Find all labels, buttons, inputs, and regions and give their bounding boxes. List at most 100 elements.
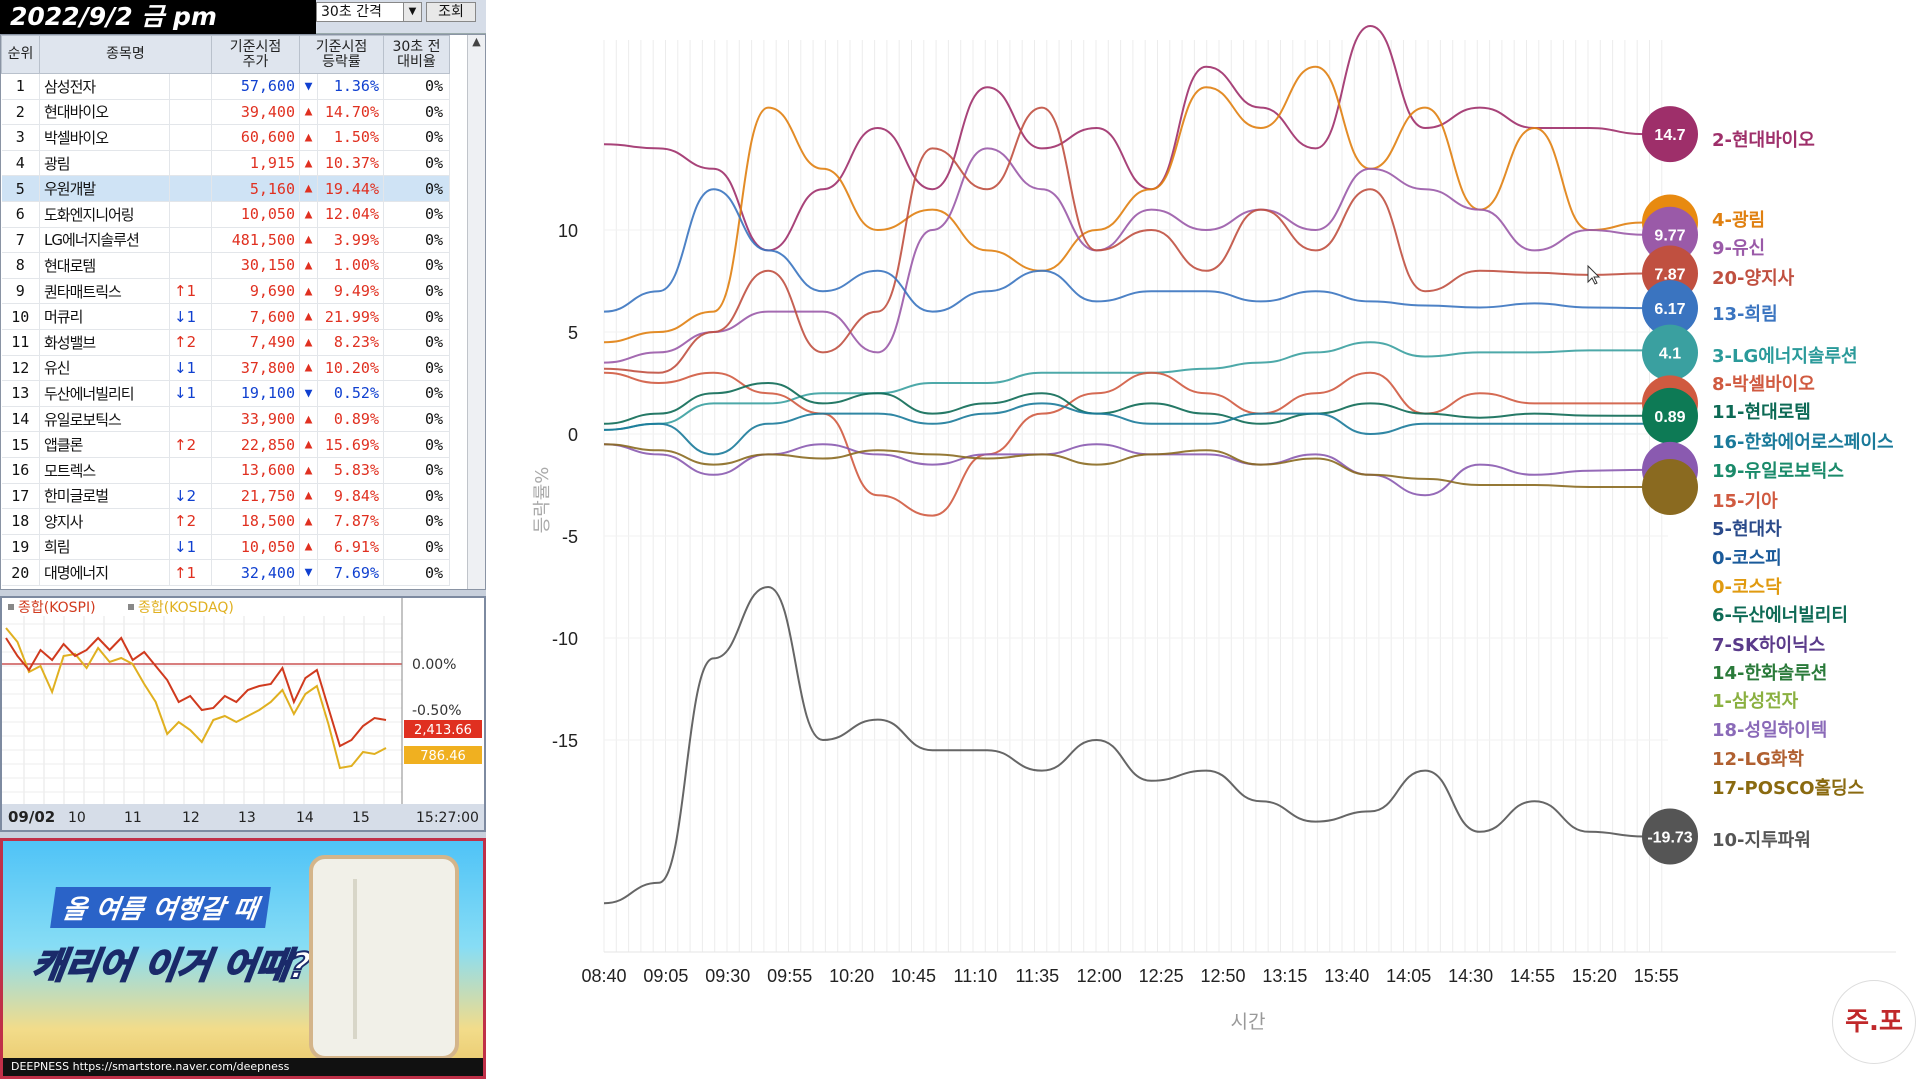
- up-arrow-icon: ▲: [299, 431, 318, 458]
- kosdaq-value: 786.46: [420, 749, 466, 764]
- table-row[interactable]: 16 모트렉스 13,600 ▲ 5.83% 0%: [1, 457, 450, 484]
- col-header-0[interactable]: 순위: [1, 35, 40, 74]
- value-bubble-label: -19.73: [1647, 829, 1692, 846]
- up-arrow-icon: ▲: [299, 150, 318, 177]
- rank-change-cell: ↓1: [169, 534, 212, 561]
- col-header-4[interactable]: 30초 전 대비율: [383, 35, 450, 74]
- down-arrow-icon: ▼: [299, 73, 318, 100]
- table-row[interactable]: 5 우원개발 5,160 ▲ 19.44% 0%: [1, 175, 450, 202]
- rank-change-cell: [169, 99, 212, 126]
- rank-cell: 14: [1, 406, 40, 433]
- stock-name-cell: 우원개발: [39, 175, 170, 202]
- table-row[interactable]: 12 유신 ↓1 37,800 ▲ 10.20% 0%: [1, 355, 450, 382]
- legend-label: 9-유신: [1712, 238, 1765, 259]
- rank-cell: 9: [1, 278, 40, 305]
- rank-change-cell: [169, 175, 212, 202]
- price-cell: 21,750: [211, 483, 300, 510]
- table-row[interactable]: 6 도화엔지니어링 10,050 ▲ 12.04% 0%: [1, 201, 450, 228]
- rate-cell: 3.99%: [317, 227, 384, 254]
- query-button[interactable]: 조회: [426, 2, 476, 22]
- rank-change-cell: ↑1: [169, 278, 212, 305]
- rate-cell: 8.23%: [317, 329, 384, 356]
- value-bubble-label: 14.7: [1654, 127, 1685, 144]
- kospi-value: 2,413.66: [414, 723, 472, 738]
- mini-chart-svg: 종합(KOSPI)종합(KOSDAQ)0.00%-0.50%-1.00%2,41…: [2, 598, 484, 830]
- table-row[interactable]: 8 현대로템 30,150 ▲ 1.00% 0%: [1, 252, 450, 279]
- ad-headline: 올 여름 여행갈 때: [50, 887, 271, 928]
- x-tick-label: 14:05: [1386, 966, 1431, 986]
- x-tick-label: 13:40: [1324, 966, 1369, 986]
- y-tick-label: -5: [562, 527, 578, 547]
- mini-ytick: -0.50%: [412, 703, 462, 719]
- ad-banner[interactable]: 올 여름 여행갈 때 캐리어 이거 어때? DEEPNESS https://s…: [0, 838, 486, 1079]
- price-cell: 7,600: [211, 303, 300, 330]
- price-cell: 19,100: [211, 380, 300, 407]
- price-cell: 1,915: [211, 150, 300, 177]
- rate-cell: 0.89%: [317, 406, 384, 433]
- up-arrow-icon: ▲: [299, 201, 318, 228]
- table-row[interactable]: 15 앱클론 ↑2 22,850 ▲ 15.69% 0%: [1, 431, 450, 458]
- chevron-down-icon[interactable]: ▼: [403, 3, 421, 21]
- table-row[interactable]: 13 두산에너빌리티 ↓1 19,100 ▼ 0.52% 0%: [1, 380, 450, 407]
- x-tick-label: 12:25: [1139, 966, 1184, 986]
- x-axis-label: 시간: [1231, 1011, 1266, 1033]
- prev-rate-cell: 0%: [383, 73, 450, 100]
- table-row[interactable]: 18 양지사 ↑2 18,500 ▲ 7.87% 0%: [1, 508, 450, 535]
- rank-cell: 3: [1, 124, 40, 151]
- col-header-3[interactable]: 기준시점 등락률: [299, 35, 384, 74]
- legend-label: 8-박셀바이오: [1712, 374, 1815, 395]
- up-arrow-icon: ▲: [299, 534, 318, 561]
- rank-cell: 13: [1, 380, 40, 407]
- legend-label: 5-현대차: [1712, 519, 1782, 540]
- col-header-2[interactable]: 기준시점 주가: [211, 35, 300, 74]
- table-row[interactable]: 1 삼성전자 57,600 ▼ 1.36% 0%: [1, 73, 450, 100]
- table-row[interactable]: 17 한미글로벌 ↓2 21,750 ▲ 9.84% 0%: [1, 483, 450, 510]
- y-tick-label: 10: [558, 221, 578, 241]
- rate-cell: 1.36%: [317, 73, 384, 100]
- up-arrow-icon: ▲: [299, 406, 318, 433]
- interval-select[interactable]: 30초 간격 ▼: [316, 2, 422, 22]
- col-header-1[interactable]: 종목명: [39, 35, 212, 74]
- up-arrow-icon: ▲: [299, 227, 318, 254]
- legend-label: 10-지투파워: [1712, 829, 1811, 851]
- legend-label: 0-코스닥: [1712, 577, 1782, 598]
- table-row[interactable]: 4 광림 1,915 ▲ 10.37% 0%: [1, 150, 450, 177]
- rate-cell: 1.00%: [317, 252, 384, 279]
- table-row[interactable]: 11 화성밸브 ↑2 7,490 ▲ 8.23% 0%: [1, 329, 450, 356]
- price-cell: 10,050: [211, 201, 300, 228]
- table-row[interactable]: 2 현대바이오 39,400 ▲ 14.70% 0%: [1, 99, 450, 126]
- table-row[interactable]: 20 대명에너지 ↑1 32,400 ▼ 7.69% 0%: [1, 559, 450, 586]
- legend-label: 3-LG에너지솔루션: [1712, 346, 1858, 367]
- prev-rate-cell: 0%: [383, 150, 450, 177]
- table-row[interactable]: 19 희림 ↓1 10,050 ▲ 6.91% 0%: [1, 534, 450, 561]
- stock-name-cell: 박셀바이오: [39, 124, 170, 151]
- rank-cell: 18: [1, 508, 40, 535]
- scrollbar[interactable]: ▲: [467, 35, 485, 589]
- x-tick-label: 12:50: [1200, 966, 1245, 986]
- y-axis-label: 등락률%: [532, 467, 553, 534]
- prev-rate-cell: 0%: [383, 380, 450, 407]
- value-bubble-label: 9.77: [1654, 228, 1685, 245]
- x-tick-label: 15:20: [1572, 966, 1617, 986]
- mini-ytick: 0.00%: [412, 657, 456, 673]
- table-header: 순위 종목명 기준시점 주가 기준시점 등락률 30초 전 대비율: [1, 35, 450, 74]
- x-tick-label: 14:55: [1510, 966, 1555, 986]
- rate-cell: 15.69%: [317, 431, 384, 458]
- price-cell: 39,400: [211, 99, 300, 126]
- table-row[interactable]: 7 LG에너지솔루션 481,500 ▲ 3.99% 0%: [1, 227, 450, 254]
- price-cell: 37,800: [211, 355, 300, 382]
- table-row[interactable]: 10 머큐리 ↓1 7,600 ▲ 21.99% 0%: [1, 303, 450, 330]
- series-line: [603, 443, 1645, 497]
- legend-label: 20-양지사: [1712, 268, 1795, 289]
- up-arrow-icon: ▲: [299, 457, 318, 484]
- prev-rate-cell: 0%: [383, 457, 450, 484]
- table-row[interactable]: 14 유일로보틱스 33,900 ▲ 0.89% 0%: [1, 406, 450, 433]
- legend-label: 1-삼성전자: [1712, 691, 1799, 712]
- down-arrow-icon: ▼: [299, 380, 318, 407]
- table-row[interactable]: 9 퀀타매트릭스 ↑1 9,690 ▲ 9.49% 0%: [1, 278, 450, 305]
- rank-change-cell: ↑2: [169, 329, 212, 356]
- rank-change-cell: [169, 73, 212, 100]
- scroll-up-icon[interactable]: ▲: [468, 35, 485, 48]
- table-row[interactable]: 3 박셀바이오 60,600 ▲ 1.50% 0%: [1, 124, 450, 151]
- prev-rate-cell: 0%: [383, 124, 450, 151]
